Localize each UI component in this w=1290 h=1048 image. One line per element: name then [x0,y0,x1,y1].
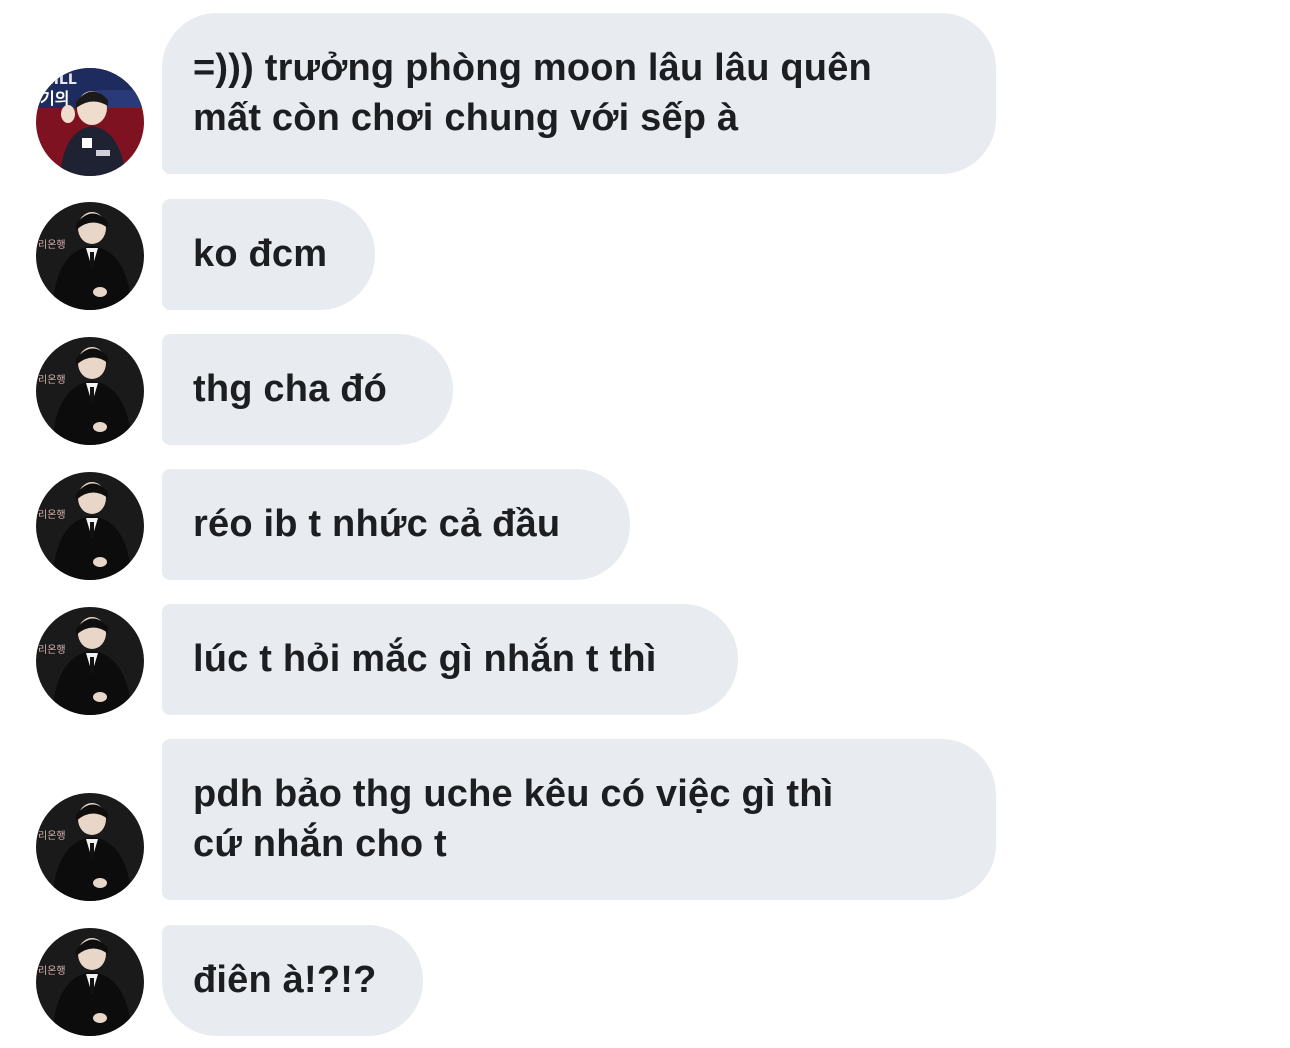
message-bubble[interactable]: pdh bảo thg uche kêu có việc gì thì cứ n… [162,739,996,900]
message-bubble[interactable]: điên à!?!? [162,925,423,1036]
message-text-line: điên à!?!? [193,959,377,1001]
message-text-line: lúc t hỏi mắc gì nhắn t thì [193,638,657,680]
avatar-watermark-text: 리온행 [38,374,66,386]
avatar[interactable]: 리온행 [36,202,144,310]
message-text-line: cứ nhắn cho t [193,823,447,865]
avatar[interactable]: 리온행 [36,793,144,901]
message-text-line: thg cha đó [193,368,388,410]
message-text-line: réo ib t nhức cả đầu [193,503,561,545]
avatar-watermark-text: 리온행 [38,965,66,977]
avatar[interactable]: 리온행 [36,472,144,580]
message-text-line: =))) trưởng phòng moon lâu lâu quên [193,47,872,89]
avatar[interactable]: 리온행 [36,607,144,715]
avatar[interactable]: 리온행 [36,928,144,1036]
message-bubble[interactable]: lúc t hỏi mắc gì nhắn t thì [162,604,738,715]
message-bubble[interactable]: thg cha đó [162,334,453,445]
message-bubble[interactable]: ko đcm [162,199,375,310]
message-text-line: pdh bảo thg uche kêu có việc gì thì [193,773,834,815]
message-text-line: ko đcm [193,233,328,275]
avatar-watermark-text: 리온행 [38,830,66,842]
avatar-image-dark: 리온행 [36,337,144,445]
message-bubble[interactable]: réo ib t nhức cả đầu [162,469,630,580]
avatar-watermark-text: 리온행 [38,644,66,656]
avatar-watermark-text: 리온행 [38,239,66,251]
avatar-image-dark: 리온행 [36,928,144,1036]
avatar-banner-text: HILL [42,72,77,88]
avatar-banner-subtext: 기의 [40,89,69,108]
avatar[interactable]: 리온행 [36,337,144,445]
avatar-image-red: HILL 기의 [36,68,144,176]
avatar-image-dark: 리온행 [36,793,144,901]
avatar[interactable]: HILL 기의 [36,68,144,176]
avatar-image-dark: 리온행 [36,607,144,715]
message-text-line: mất còn chơi chung với sếp à [193,97,739,139]
avatar-image-dark: 리온행 [36,472,144,580]
avatar-image-dark: 리온행 [36,202,144,310]
avatar-watermark-text: 리온행 [38,509,66,521]
message-bubble[interactable]: =))) trưởng phòng moon lâu lâu quên mất … [162,13,996,174]
